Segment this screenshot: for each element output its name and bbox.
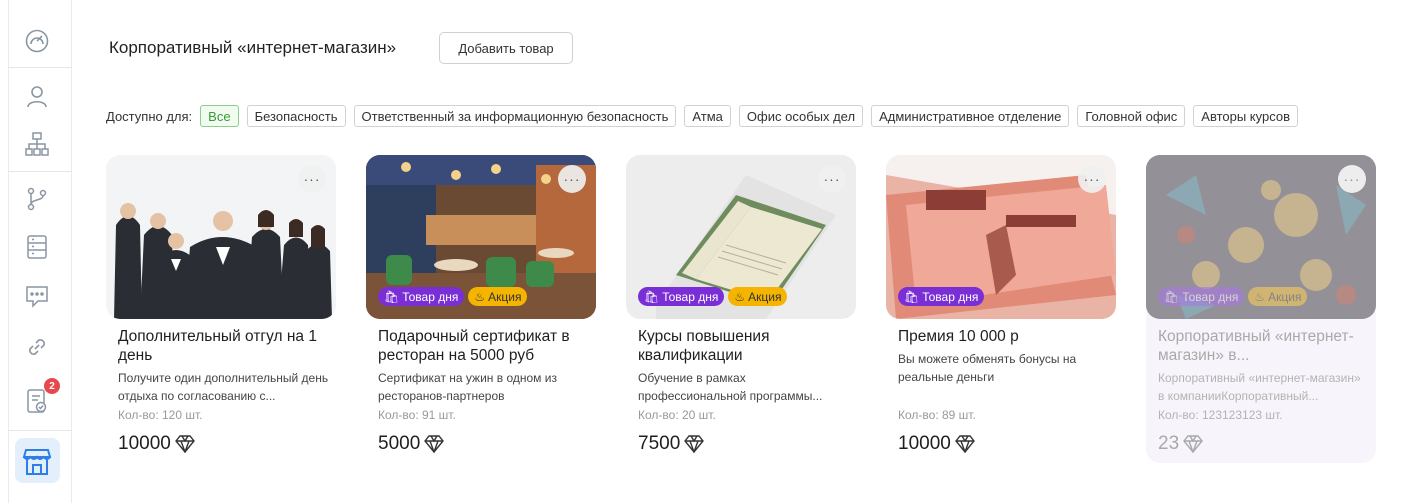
product-description: Сертификат на ужин в одном из ресторанов… [378,371,557,403]
product-title[interactable]: Подарочный сертификат в ресторан на 5000… [378,327,588,365]
filter-chip[interactable]: Безопасность [246,105,346,127]
diamond-icon [424,435,445,453]
bag-icon: 🛍 [1164,289,1180,304]
product-tags: 🛍 Товар дня ♨ Акция [638,287,788,306]
price-value: 23 [1158,433,1180,454]
product-price: 23 [1158,433,1204,455]
fire-icon: ♨ [734,289,746,304]
product-price: 7500 [638,433,705,455]
tag-product-of-day: 🛍 Товар дня [898,287,985,306]
more-options-button[interactable]: ··· [1338,165,1366,193]
product-quantity: Кол-во: 20 шт. [638,408,716,422]
filter-chip[interactable]: Головной офис [1077,105,1186,127]
page-header: Корпоративный «интернет-магазин» [109,32,396,64]
product-title[interactable]: Дополнительный отгул на 1 день [118,327,328,365]
tag-product-of-day: 🛍 Товар дня [378,287,465,306]
diamond-icon [174,435,195,453]
bag-icon: 🛍 [904,289,920,304]
diamond-icon [684,435,705,453]
chat-icon[interactable] [22,281,52,311]
fire-icon: ♨ [1254,289,1266,304]
filter-chip-all[interactable]: Все [200,105,239,127]
product-tags: 🛍 Товар дня ♨ Акция [1158,287,1308,306]
more-options-button[interactable]: ··· [298,165,326,193]
product-title[interactable]: Премия 10 000 р [898,327,1108,346]
product-image: ··· 🛍 Товар дня ♨ Акция [626,155,856,319]
filter-chip[interactable]: Офис особых дел [738,105,864,127]
notification-badge: 2 [44,378,60,394]
diamond-icon [1183,435,1204,453]
fire-icon: ♨ [474,289,486,304]
tag-sale: ♨ Акция [1248,287,1308,306]
product-image: ··· 🛍 Товар дня ♨ Акция [1146,155,1376,319]
product-description: Корпоративный «интернет-магазин» в компа… [1158,371,1361,403]
link-icon[interactable] [22,332,52,362]
bag-icon: 🛍 [384,289,400,304]
filter-label: Доступно для: [106,108,193,124]
product-title[interactable]: Курсы повышения квалификации [638,327,848,365]
product-price: 5000 [378,433,445,455]
diamond-icon [954,435,975,453]
product-quantity: Кол-во: 91 шт. [378,408,456,422]
price-value: 5000 [378,433,421,454]
page-title: Корпоративный «интернет-магазин» [109,38,397,57]
price-value: 10000 [898,433,951,454]
product-card[interactable]: ··· 🛍 Товар дня Премия 10 000 р Вы можете… [886,155,1116,463]
add-product-button[interactable]: Добавить товар [439,32,573,64]
product-quantity: Кол-во: 120 шт. [118,408,203,422]
product-card[interactable]: ··· Дополнительный отгул на 1 день Получ… [106,155,336,463]
sidebar: 2 [0,0,72,503]
list-icon[interactable] [22,232,52,262]
product-card[interactable]: ··· 🛍 Товар дня ♨ Акция Курсы повышения кв… [626,155,856,463]
tag-product-of-day: 🛍 Товар дня [1158,287,1245,306]
product-description: Получите один дополнительный день отдыха… [118,371,329,403]
branch-icon[interactable] [22,184,52,214]
product-quantity: Кол-во: 123123123 шт. [1158,408,1283,422]
filter-chip[interactable]: Ответственный за информационную безопасн… [353,105,677,127]
dashboard-icon[interactable] [22,26,52,56]
product-price: 10000 [118,433,195,455]
price-value: 7500 [638,433,681,454]
org-structure-icon[interactable] [22,129,52,159]
filter-chip[interactable]: Авторы курсов [1193,105,1298,127]
more-options-button[interactable]: ··· [818,165,846,193]
price-value: 10000 [118,433,171,454]
product-price: 10000 [898,433,975,455]
more-options-button[interactable]: ··· [1078,165,1106,193]
audience-filter: Доступно для: Все Безопасность Ответстве… [106,105,1298,127]
product-tags: 🛍 Товар дня [898,287,985,306]
product-card-disabled[interactable]: ··· 🛍 Товар дня ♨ Акция Корпоративный «инт… [1146,155,1376,463]
product-description: Обучение в рамках профессиональной прогр… [638,371,823,403]
product-quantity: Кол-во: 89 шт. [898,408,976,422]
tag-sale: ♨ Акция [468,287,528,306]
bag-icon: 🛍 [644,289,660,304]
user-icon[interactable] [22,81,52,111]
product-title[interactable]: Корпоративный «интернет-магазин» в... [1158,327,1368,365]
product-description: Вы можете обменять бонусы на реальные де… [898,352,1077,384]
product-image: ··· 🛍 Товар дня [886,155,1116,319]
filter-chip[interactable]: Атма [684,105,731,127]
product-image: ··· [106,155,336,319]
product-image: ··· 🛍 Товар дня ♨ Акция [366,155,596,319]
product-card[interactable]: ··· 🛍 Товар дня ♨ Акция Подарочный сертифи… [366,155,596,463]
filter-chip[interactable]: Административное отделение [871,105,1070,127]
tag-product-of-day: 🛍 Товар дня [638,287,725,306]
more-options-button[interactable]: ··· [558,165,586,193]
tag-sale: ♨ Акция [728,287,788,306]
shop-icon[interactable] [22,446,52,476]
product-tags: 🛍 Товар дня ♨ Акция [378,287,528,306]
